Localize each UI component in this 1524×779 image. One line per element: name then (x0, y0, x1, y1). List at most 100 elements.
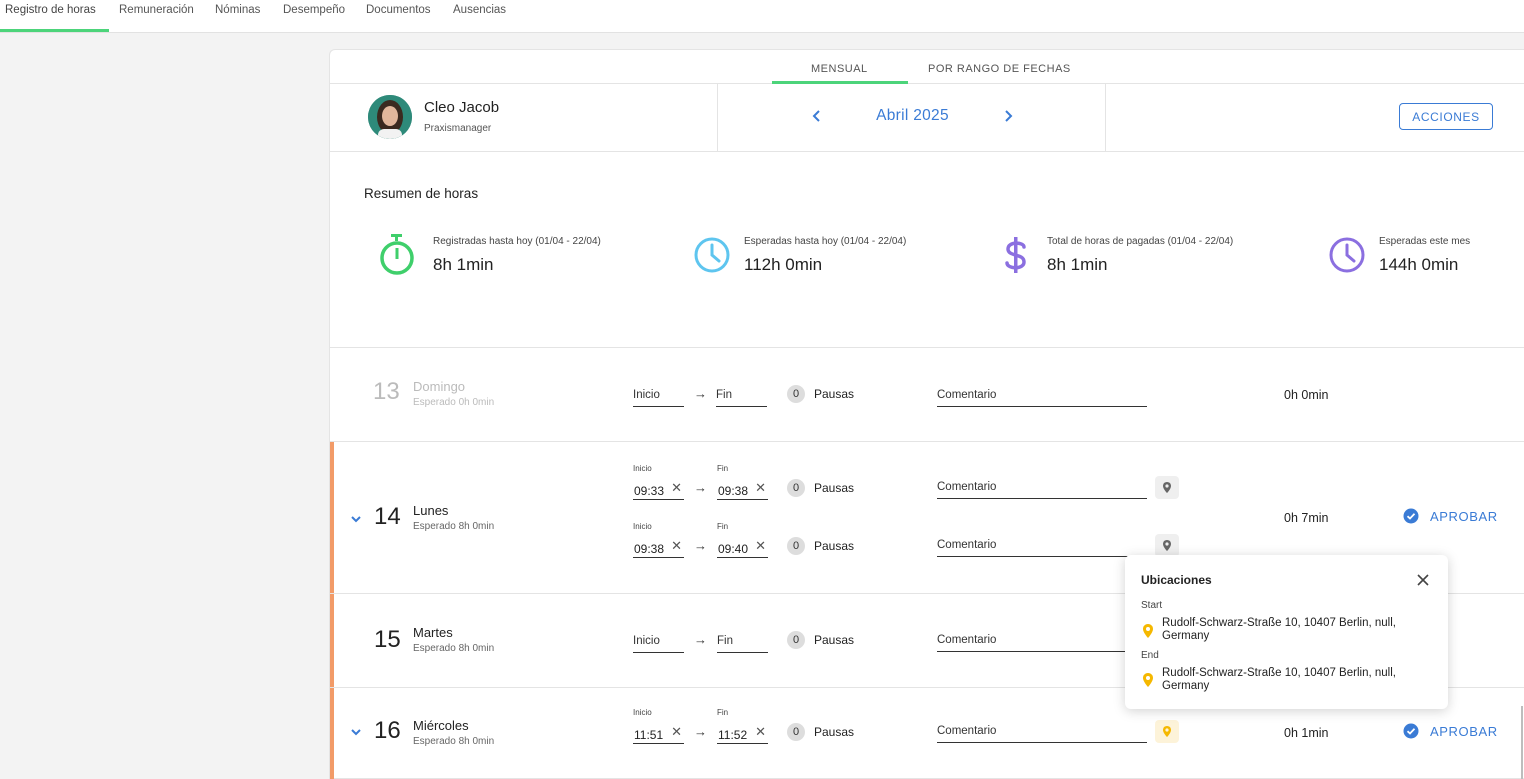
breaks-label[interactable]: Pausas (814, 725, 854, 739)
comment-placeholder: Comentario (937, 634, 997, 646)
employee-name: Cleo Jacob (424, 99, 500, 116)
chevron-right-icon (1005, 110, 1013, 122)
day-number: 16 (374, 717, 401, 744)
arrow-icon: → (694, 538, 707, 553)
start-time-value: 09:38 (634, 542, 665, 556)
end-time-input[interactable]: Fin (717, 631, 768, 653)
comment-input[interactable]: Comentario (937, 630, 1147, 652)
comment-input[interactable]: Comentario (937, 535, 1147, 557)
clear-icon[interactable]: ✕ (755, 724, 766, 740)
breaks-label[interactable]: Pausas (814, 539, 854, 553)
employee-role: Praxismanager (424, 123, 492, 134)
day-name: Lunes (413, 503, 449, 518)
tab-rango-fechas[interactable]: POR RANGO DE FECHAS (928, 63, 1071, 75)
end-time-input[interactable]: Fin (716, 385, 767, 407)
comment-placeholder: Comentario (937, 481, 997, 493)
stat-value: 112h 0min (744, 255, 823, 274)
end-time-input[interactable]: 09:40 ✕ (717, 536, 768, 558)
arrow-icon: → (694, 386, 707, 401)
day-total: 0h 1min (1284, 726, 1329, 740)
comment-input[interactable]: Comentario (937, 385, 1147, 407)
tab-registro-de-horas[interactable]: Registro de horas (5, 0, 96, 32)
clear-icon[interactable]: ✕ (671, 724, 682, 740)
location-pin-icon (1163, 482, 1171, 493)
clear-icon[interactable]: ✕ (755, 538, 766, 554)
stat-label: Total de horas de pagadas (01/04 - 22/04… (1047, 236, 1234, 247)
end-time-input[interactable]: 09:38 ✕ (717, 478, 768, 500)
scrollbar[interactable] (1521, 706, 1523, 779)
comment-placeholder: Comentario (937, 389, 997, 401)
start-time-input[interactable]: Inicio (633, 631, 684, 653)
actions-button[interactable]: ACCIONES (1399, 103, 1493, 130)
comment-input[interactable]: Comentario (937, 721, 1147, 743)
comment-input[interactable]: Comentario (937, 477, 1147, 499)
comment-placeholder: Comentario (937, 539, 997, 551)
location-pin-icon (1163, 726, 1171, 737)
day-name: Martes (413, 625, 453, 640)
start-label: Inicio (633, 522, 652, 531)
location-button[interactable] (1155, 476, 1179, 499)
end-location-label: End (1141, 650, 1159, 661)
end-time-value: 09:40 (718, 542, 749, 556)
close-icon[interactable] (1416, 573, 1430, 587)
tab-documentos[interactable]: Documentos (366, 0, 431, 32)
tab-desempeno[interactable]: Desempeño (283, 0, 345, 32)
end-time-value: 11:52 (718, 728, 748, 742)
tab-mensual[interactable]: MENSUAL (811, 63, 868, 75)
start-time-input[interactable]: 11:51 ✕ (633, 722, 684, 744)
locations-popup: Ubicaciones Start Rudolf-Schwarz-Straße … (1125, 555, 1448, 709)
start-placeholder: Inicio (633, 389, 660, 401)
location-pin-icon (1143, 624, 1153, 638)
end-label: Fin (717, 464, 729, 473)
approve-label: APROBAR (1430, 509, 1498, 524)
clear-icon[interactable]: ✕ (671, 538, 682, 554)
day-expected: Esperado 8h 0min (413, 643, 495, 654)
day-total: 0h 0min (1284, 388, 1329, 402)
day-name: Miércoles (413, 718, 469, 733)
arrow-icon: → (694, 724, 707, 739)
start-time-value: 09:33 (634, 484, 665, 498)
stat-label: Esperadas este mes (1379, 236, 1471, 247)
clear-icon[interactable]: ✕ (671, 480, 682, 496)
location-button[interactable] (1155, 720, 1179, 743)
view-tabs: MENSUAL POR RANGO DE FECHAS (330, 50, 1524, 84)
end-label: Fin (717, 708, 729, 717)
start-time-input[interactable]: Inicio (633, 385, 684, 407)
start-label: Inicio (633, 464, 652, 473)
comment-placeholder: Comentario (937, 725, 997, 737)
breaks-label[interactable]: Pausas (814, 481, 854, 495)
end-placeholder: Fin (717, 635, 733, 647)
chevron-down-icon[interactable] (350, 727, 362, 737)
check-circle-icon (1403, 508, 1419, 524)
breaks-label[interactable]: Pausas (814, 633, 854, 647)
clock-icon (694, 237, 730, 273)
end-label: Fin (717, 522, 729, 531)
breaks-label[interactable]: Pausas (814, 387, 854, 401)
day-number: 13 (373, 378, 400, 405)
breaks-count: 0 (787, 631, 805, 649)
clear-icon[interactable]: ✕ (755, 480, 766, 496)
breaks-count: 0 (787, 385, 805, 403)
day-expected: Esperado 8h 0min (413, 521, 495, 532)
location-button[interactable] (1155, 534, 1179, 557)
start-location-label: Start (1141, 600, 1163, 611)
day-expected: Esperado 8h 0min (413, 736, 495, 747)
tab-remuneracion[interactable]: Remuneración (119, 0, 194, 32)
stat-label: Registradas hasta hoy (01/04 - 22/04) (433, 236, 601, 247)
end-time-value: 09:38 (718, 484, 749, 498)
breaks-count: 0 (787, 723, 805, 741)
next-month-button[interactable] (1001, 108, 1015, 124)
divider (717, 84, 718, 152)
top-navigation: Registro de horas Remuneración Nóminas D… (0, 0, 1524, 33)
stat-value: 8h 1min (433, 255, 494, 274)
start-time-input[interactable]: 09:38 ✕ (633, 536, 684, 558)
location-pin-icon (1163, 540, 1171, 551)
end-time-input[interactable]: 11:52 ✕ (717, 722, 768, 744)
chevron-down-icon[interactable] (350, 514, 362, 524)
start-time-value: 11:51 (634, 728, 664, 742)
tab-ausencias[interactable]: Ausencias (453, 0, 506, 32)
tab-nominas[interactable]: Nóminas (215, 0, 260, 32)
start-time-input[interactable]: 09:33 ✕ (633, 478, 684, 500)
stopwatch-icon (380, 234, 414, 275)
avatar (368, 95, 412, 139)
